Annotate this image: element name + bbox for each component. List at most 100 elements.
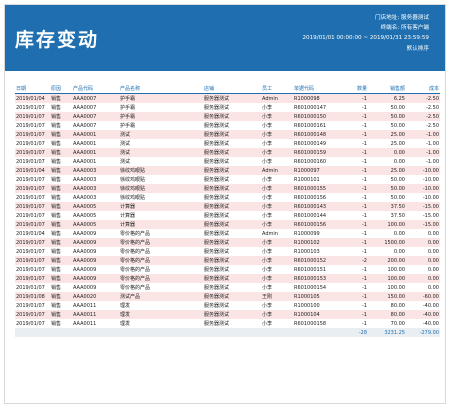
table-cell: 服务器测试 bbox=[203, 319, 261, 328]
table-cell: 50.00 bbox=[368, 175, 406, 184]
table-cell: -1 bbox=[344, 112, 368, 121]
table-cell: 销售 bbox=[50, 130, 72, 139]
table-cell: R601000149 bbox=[293, 139, 344, 148]
table-cell: -1.00 bbox=[406, 148, 440, 157]
table-cell: 销售 bbox=[50, 292, 72, 301]
column-header[interactable]: 产品名称 bbox=[119, 83, 203, 94]
table-cell: 徐纹鸡眼贴 bbox=[119, 166, 203, 175]
table-body: 2019/01/04 销售 AAA0007 护手霜 服务器测试 Admin R1000098… bbox=[15, 93, 440, 337]
table-cell: 销售 bbox=[50, 265, 72, 274]
table-cell: AAA0005 bbox=[72, 220, 119, 229]
table-cell: R1000099 bbox=[293, 229, 344, 238]
table-cell: 0.00 bbox=[406, 229, 440, 238]
column-header[interactable]: 销售额 bbox=[368, 83, 406, 94]
table-cell: -1 bbox=[344, 175, 368, 184]
table-row: 2019/01/07 销售 AAA0007 护手霜 服务器测试 小李 R601000147-… bbox=[15, 103, 440, 112]
table-cell: 100.00 bbox=[368, 220, 406, 229]
table-cell: 2019/01/07 bbox=[15, 274, 50, 283]
table-row: 2019/01/04 销售 AAA0007 护手霜 服务器测试 Admin R1000098… bbox=[15, 93, 440, 103]
table-cell: -2.50 bbox=[406, 112, 440, 121]
column-header[interactable]: 成本 bbox=[406, 83, 440, 94]
table-cell: AAA0001 bbox=[72, 130, 119, 139]
table-cell: 服务器测试 bbox=[203, 139, 261, 148]
report-meta: 门店地址: 服务器测试 终端名: 所有客户端 2019/01/01 00:00:… bbox=[302, 13, 429, 54]
column-header[interactable]: 店铺 bbox=[203, 83, 261, 94]
table-cell: 1500.00 bbox=[368, 238, 406, 247]
table-cell: -2.50 bbox=[406, 103, 440, 112]
table-cell: 销售 bbox=[50, 202, 72, 211]
table-cell: 零价格的产品 bbox=[119, 256, 203, 265]
table-cell: 服务器测试 bbox=[203, 112, 261, 121]
table-cell: 2019/01/04 bbox=[15, 166, 50, 175]
inventory-table: 日期 原因 产品代码 产品名称 店铺 员工 单据代码 数量 销售额 成本 2019/01/04 销售… bbox=[15, 83, 440, 337]
table-cell: AAA0009 bbox=[72, 247, 119, 256]
column-header[interactable]: 日期 bbox=[15, 83, 50, 94]
table-cell: AAA0005 bbox=[72, 211, 119, 220]
table-cell: 小李 bbox=[261, 148, 293, 157]
table-cell: 服务器测试 bbox=[203, 202, 261, 211]
table-cell: 销售 bbox=[50, 310, 72, 319]
table-row: 2019/01/07 销售 AAA0001 测试 服务器测试 小李 R601000160 -1… bbox=[15, 157, 440, 166]
table-cell: 2019/01/04 bbox=[15, 93, 50, 103]
column-header[interactable]: 产品代码 bbox=[72, 83, 119, 94]
table-cell: 计算器 bbox=[119, 202, 203, 211]
table-cell: 0.00 bbox=[368, 247, 406, 256]
table-cell: 销售 bbox=[50, 157, 72, 166]
table-cell: AAA0007 bbox=[72, 112, 119, 121]
table-cell: 销售 bbox=[50, 139, 72, 148]
table-cell: 计算器 bbox=[119, 211, 203, 220]
table-cell: 小李 bbox=[261, 139, 293, 148]
table-cell: 2019/01/07 bbox=[15, 139, 50, 148]
table-cell: 37.50 bbox=[368, 202, 406, 211]
table-cell: R601000159 bbox=[293, 148, 344, 157]
table-row: 2019/01/07 销售 AAA0005 计算器 服务器测试 小李 R601000143-… bbox=[15, 202, 440, 211]
table-cell: 2019/01/07 bbox=[15, 112, 50, 121]
table-row: 2019/01/07 销售 AAA0009 零价格的产品 服务器测试 小李 R6010001… bbox=[15, 265, 440, 274]
page-title: 库存变动 bbox=[15, 29, 100, 51]
table-cell: 小李 bbox=[261, 274, 293, 283]
table-cell: AAA0003 bbox=[72, 193, 119, 202]
column-header[interactable]: 单据代码 bbox=[293, 83, 344, 94]
table-cell: AAA0011 bbox=[72, 319, 119, 328]
table-cell: 服务器测试 bbox=[203, 184, 261, 193]
table-cell: 小李 bbox=[261, 319, 293, 328]
table-cell: AAA0003 bbox=[72, 175, 119, 184]
table-cell: 服务器测试 bbox=[203, 130, 261, 139]
table-cell: -1 bbox=[344, 148, 368, 157]
table-cell: R601000156 bbox=[293, 193, 344, 202]
table-cell: 理发 bbox=[119, 310, 203, 319]
table-cell: 50.00 bbox=[368, 121, 406, 130]
table-row: 2019/01/07 销售 AAA0007 护手霜 服务器测试 小李 R601000161-… bbox=[15, 121, 440, 130]
table-cell: 销售 bbox=[50, 247, 72, 256]
table-cell: -1.00 bbox=[406, 157, 440, 166]
table-cell: 2019/01/07 bbox=[15, 103, 50, 112]
table-cell: 销售 bbox=[50, 256, 72, 265]
table-cell: 0.00 bbox=[406, 265, 440, 274]
table-row: 2019/01/07 销售 AAA0003 徐纹鸡眼贴 服务器测试 小李 R60100015… bbox=[15, 184, 440, 193]
table-cell: 服务器测试 bbox=[203, 93, 261, 103]
report-page: 库存变动 门店地址: 服务器测试 终端名: 所有客户端 2019/01/01 0… bbox=[4, 4, 446, 404]
column-header[interactable]: 数量 bbox=[344, 83, 368, 94]
table-cell: R1000105 bbox=[293, 292, 344, 301]
table-cell: 100.00 bbox=[368, 274, 406, 283]
table-cell: 小李 bbox=[261, 283, 293, 292]
table-row: 2019/01/04 销售 AAA0003 徐纹鸡眼贴 服务器测试 Admin R10000… bbox=[15, 166, 440, 175]
table-cell: 小李 bbox=[261, 247, 293, 256]
table-cell: 50.00 bbox=[368, 112, 406, 121]
table-cell: -10.00 bbox=[406, 166, 440, 175]
table-cell: -1 bbox=[344, 202, 368, 211]
table-cell: AAA0001 bbox=[72, 139, 119, 148]
column-header[interactable]: 原因 bbox=[50, 83, 72, 94]
table-cell: AAA0011 bbox=[72, 301, 119, 310]
table-cell: R1000101 bbox=[293, 175, 344, 184]
column-header[interactable]: 员工 bbox=[261, 83, 293, 94]
table-cell: R1000097 bbox=[293, 166, 344, 175]
table-cell: 零价格的产品 bbox=[119, 274, 203, 283]
table-cell: 服务器测试 bbox=[203, 157, 261, 166]
table-cell: 2019/01/07 bbox=[15, 319, 50, 328]
table-cell: 2019/01/07 bbox=[15, 247, 50, 256]
table-cell: 服务器测试 bbox=[203, 274, 261, 283]
table-cell: 测试 bbox=[119, 148, 203, 157]
table-row: 2019/01/07 销售 AAA0003 徐纹鸡眼贴 服务器测试 小李 R60100015… bbox=[15, 193, 440, 202]
table-cell: 服务器测试 bbox=[203, 229, 261, 238]
